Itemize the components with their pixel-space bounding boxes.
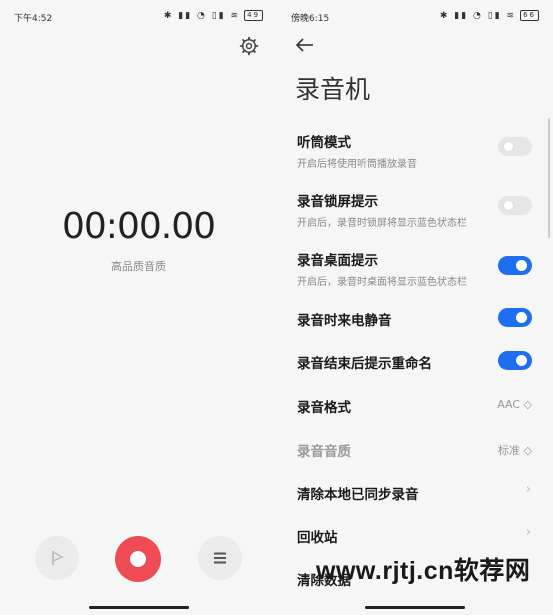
toggle-knob [516,312,527,323]
record-button[interactable] [115,536,161,582]
status-icons-glyphs: ✱ ▮▮ ◔ ▯▮ ≋ [439,10,517,21]
status-icons-glyphs: ✱ ▮▮ ◔ ▯▮ ≋ [163,10,241,21]
toggle-knob [516,260,527,271]
record-icon [130,551,146,567]
gear-icon[interactable] [239,36,259,56]
record-quality-value: 标准 ◇ [498,444,532,457]
lockscreen-hint-toggle[interactable] [498,196,532,215]
setting-label: 清除本地已同步录音 [297,487,419,503]
mark-button[interactable] [35,536,79,580]
recordings-list-button[interactable] [198,536,242,580]
setting-description: 开启后，录音时桌面将显示蓝色状态栏 [297,277,467,288]
recording-timer: 00:00.00 [62,206,216,247]
status-bar: 下午4:52 ✱ ▮▮ ◔ ▯▮ ≋ 49 [0,0,277,32]
battery-icon: 49 [244,10,263,21]
back-arrow-icon[interactable] [295,36,315,54]
home-indicator[interactable] [88,606,189,609]
toggle-knob [503,200,514,211]
list-icon [214,552,226,564]
home-indicator[interactable] [365,606,465,609]
status-icons: ✱ ▮▮ ◔ ▯▮ ≋ 49 [164,10,263,21]
watermark: www.rjtj.cn软荐网 [316,557,531,585]
setting-description: 开启后，录音时锁屏将显示蓝色状态栏 [297,218,467,229]
settings-screen: 傍晚6:15 ✱ ▮▮ ◔ ▯▮ ≋ 66 录音机 听筒模式 开启后将使用听筒播… [277,0,553,615]
status-time: 下午4:52 [14,14,53,24]
setting-description: 开启后将使用听筒播放录音 [297,159,417,170]
mute-calls-toggle[interactable] [498,308,532,327]
recorder-screen: 下午4:52 ✱ ▮▮ ◔ ▯▮ ≋ 49 00:00.00 高品质音质 [0,0,277,615]
battery-icon: 66 [520,10,539,21]
setting-label: 回收站 [297,530,338,546]
status-time: 傍晚6:15 [291,14,330,24]
status-bar: 傍晚6:15 ✱ ▮▮ ◔ ▯▮ ≋ 66 [277,0,553,32]
desktop-hint-toggle[interactable] [498,256,532,275]
chevron-right-icon: › [525,482,531,497]
toggle-knob [516,355,527,366]
flag-icon [52,550,64,565]
chevron-right-icon: › [525,525,531,540]
page-title: 录音机 [295,75,371,104]
setting-clear-synced[interactable]: 清除本地已同步录音 [277,483,553,503]
status-icons: ✱ ▮▮ ◔ ▯▮ ≋ 66 [440,10,539,21]
setting-recycle-bin[interactable]: 回收站 [277,526,553,546]
earpiece-mode-toggle[interactable] [498,137,532,156]
record-format-value[interactable]: AAC ◇ [497,398,532,411]
quality-label: 高品质音质 [111,260,166,273]
rename-prompt-toggle[interactable] [498,351,532,370]
toggle-knob [503,141,514,152]
